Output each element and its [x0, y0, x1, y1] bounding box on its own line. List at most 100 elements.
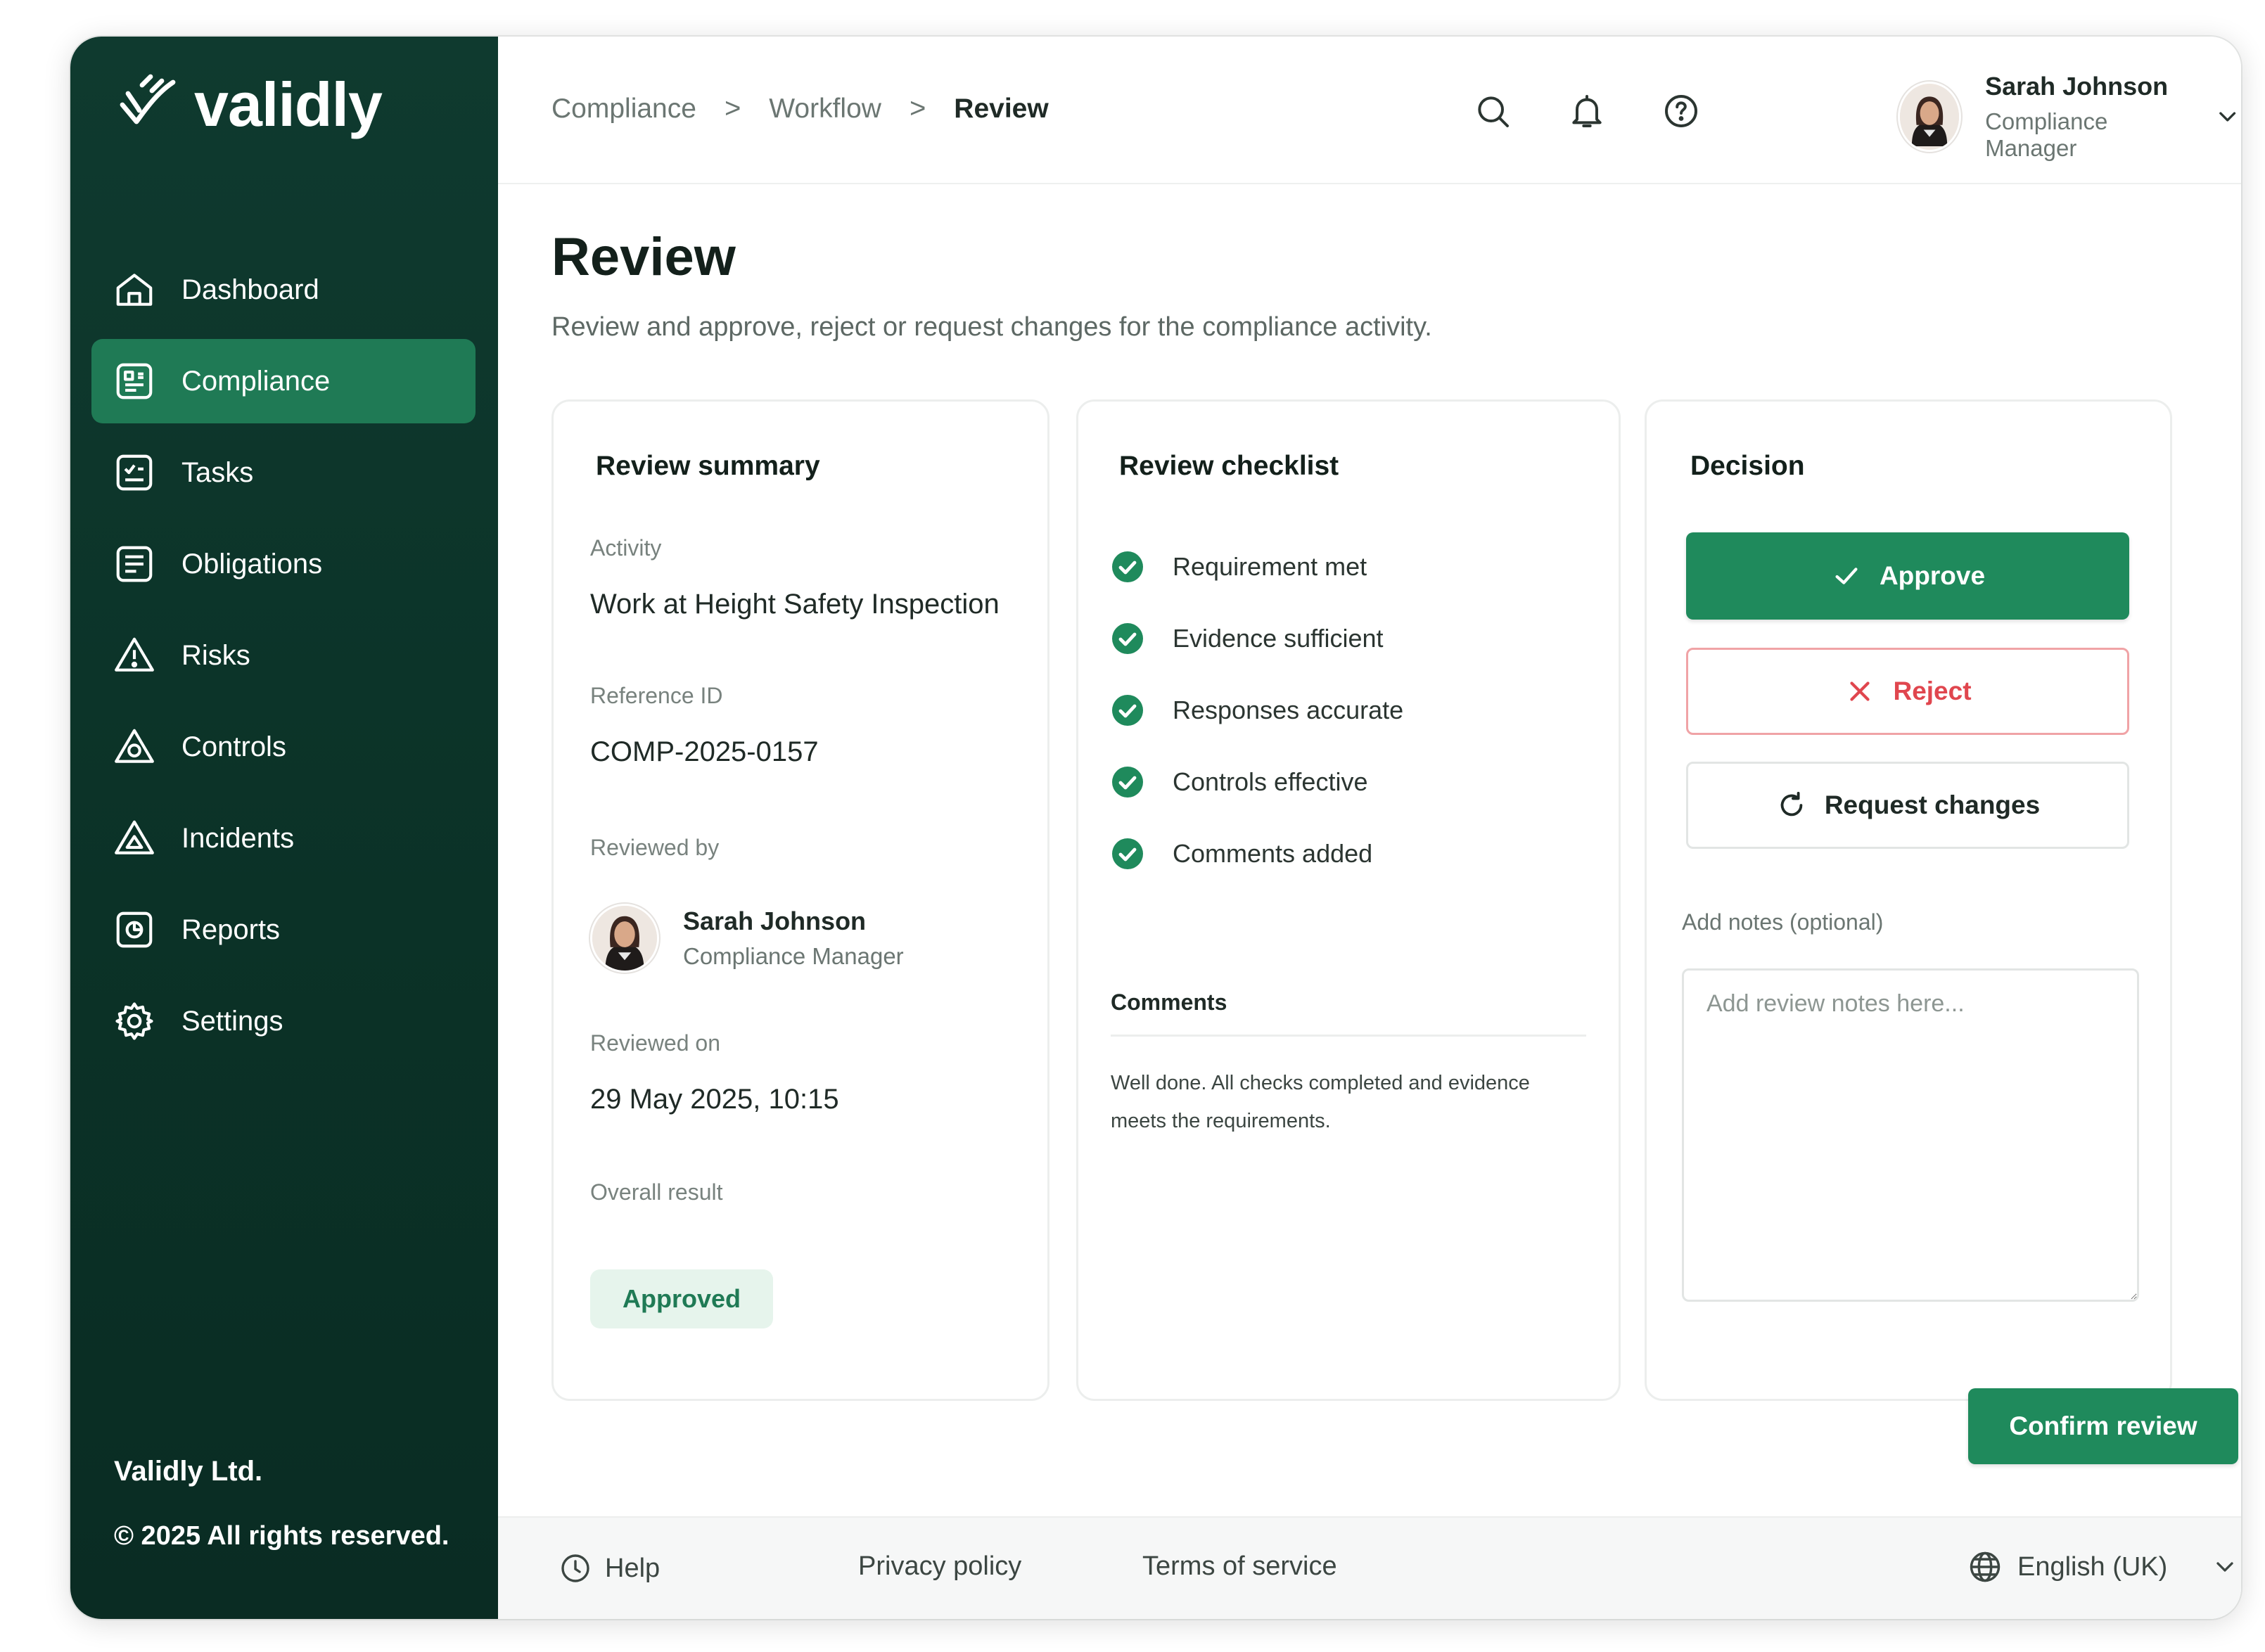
copyright: © 2025 All rights reserved.	[114, 1521, 449, 1551]
footer-terms-link[interactable]: Terms of service	[1142, 1551, 1337, 1582]
checklist-item: Controls effective	[1111, 746, 1403, 818]
chevron-down-icon[interactable]	[2214, 101, 2241, 132]
sidebar-item-label: Incidents	[181, 822, 295, 854]
reviewed-on-label: Reviewed on	[590, 1030, 720, 1056]
activity-value: Work at Height Safety Inspection	[590, 589, 1000, 620]
breadcrumb-workflow[interactable]: Workflow	[769, 94, 881, 124]
activity-label: Activity	[590, 535, 662, 561]
breadcrumb-separator: >	[724, 93, 741, 124]
confirm-review-label: Confirm review	[2009, 1411, 2197, 1440]
reviewer: Sarah Johnson Compliance Manager	[590, 904, 904, 973]
request-changes-button[interactable]: Request changes	[1686, 762, 2129, 849]
comments-text: Well done. All checks completed and evid…	[1111, 1072, 1530, 1132]
sidebar-item-tasks[interactable]: Tasks	[91, 430, 476, 515]
logo-text: validly	[194, 70, 383, 139]
notes-label: Add notes (optional)	[1682, 909, 1884, 935]
reviewer-role: Compliance Manager	[683, 943, 904, 969]
avatar	[1898, 82, 1962, 152]
sidebar-item-incidents[interactable]: Incidents	[91, 796, 476, 881]
tasks-icon	[116, 454, 153, 491]
sidebar-item-risks[interactable]: Risks	[91, 613, 476, 698]
app-window: validly Dashboard Compliance Tasks Oblig…	[70, 37, 2241, 1619]
check-circle-icon	[1112, 551, 1143, 582]
sidebar-item-label: Settings	[181, 1005, 283, 1037]
footer-help-label: Help	[605, 1553, 661, 1583]
footer-help-link[interactable]: Help	[559, 1551, 660, 1585]
home-icon	[116, 274, 153, 306]
checklist-item-label: Requirement met	[1173, 552, 1367, 581]
reference-value: COMP-2025-0157	[590, 736, 819, 767]
breadcrumb-compliance[interactable]: Compliance	[551, 94, 696, 124]
card-title: Review summary	[596, 451, 820, 481]
request-changes-label: Request changes	[1824, 790, 2041, 819]
review-notes-textarea[interactable]	[1682, 968, 2139, 1302]
sidebar-item-reports[interactable]: Reports	[91, 888, 476, 972]
status-badge: Approved	[590, 1269, 774, 1328]
user-menu[interactable]: Sarah Johnson Compliance Manager	[1898, 72, 2241, 162]
checklist-item-label: Comments added	[1173, 839, 1373, 868]
page-subtitle: Review and approve, reject or request ch…	[551, 312, 1432, 342]
logo-icon	[120, 74, 176, 124]
checklist-item: Requirement met	[1111, 531, 1403, 603]
checklist-item-label: Responses accurate	[1173, 696, 1404, 724]
avatar	[590, 904, 659, 973]
overall-result-label: Overall result	[590, 1179, 723, 1205]
sidebar-nav: Dashboard Compliance Tasks Obligations R…	[91, 248, 476, 1070]
reviewed-on-value: 29 May 2025, 10:15	[590, 1084, 839, 1115]
search-icon[interactable]	[1473, 91, 1512, 131]
footer: Help Privacy policy Terms of service Eng…	[498, 1516, 2241, 1619]
confirm-review-button[interactable]: Confirm review	[1968, 1388, 2238, 1464]
language-selector[interactable]: English (UK)	[1967, 1549, 2239, 1585]
sidebar-item-label: Tasks	[181, 456, 254, 488]
approve-button[interactable]: Approve	[1686, 532, 2129, 620]
help-icon[interactable]	[1661, 91, 1701, 131]
decision-card: Decision Approve Reject Request changes …	[1645, 399, 2172, 1401]
breadcrumb: Compliance > Workflow > Review	[551, 93, 1049, 124]
check-circle-icon	[1112, 767, 1143, 798]
sidebar-item-label: Dashboard	[181, 274, 319, 305]
reference-label: Reference ID	[590, 683, 723, 708]
check-circle-icon	[1112, 838, 1143, 869]
bell-icon[interactable]	[1567, 91, 1607, 131]
card-title: Review checklist	[1119, 451, 1339, 481]
checklist-item: Comments added	[1111, 818, 1403, 890]
sidebar-item-label: Reports	[181, 914, 281, 945]
footer-privacy-link[interactable]: Privacy policy	[858, 1551, 1021, 1582]
language-label: English (UK)	[2017, 1551, 2168, 1582]
check-circle-icon	[1112, 695, 1143, 726]
divider	[1111, 1035, 1586, 1037]
checklist-item-label: Controls effective	[1173, 767, 1368, 796]
sidebar-item-label: Obligations	[181, 548, 323, 580]
compliance-icon	[116, 363, 153, 399]
footer-privacy-label: Privacy policy	[858, 1551, 1022, 1581]
sidebar-item-settings[interactable]: Settings	[91, 979, 476, 1063]
sidebar-item-dashboard[interactable]: Dashboard	[91, 248, 476, 332]
checklist-item: Responses accurate	[1111, 674, 1403, 746]
obligations-icon	[116, 546, 153, 582]
sidebar-item-controls[interactable]: Controls	[91, 705, 476, 789]
company-name: Validly Ltd.	[114, 1456, 263, 1487]
sidebar-item-label: Compliance	[181, 365, 331, 397]
sidebar-item-label: Risks	[181, 639, 250, 671]
logo[interactable]: validly	[114, 69, 383, 141]
reports-icon	[116, 911, 153, 948]
checklist-item: Evidence sufficient	[1111, 603, 1403, 674]
card-title: Decision	[1690, 451, 1805, 481]
gear-icon	[115, 1002, 153, 1040]
approve-label: Approve	[1879, 561, 1986, 590]
page-title: Review	[551, 227, 736, 287]
sidebar-item-obligations[interactable]: Obligations	[91, 522, 476, 606]
check-icon	[1835, 568, 1858, 584]
refresh-icon	[1780, 791, 1803, 817]
user-info: Sarah Johnson Compliance Manager	[1985, 72, 2183, 162]
controls-triangle-icon	[115, 729, 154, 763]
breadcrumb-separator: >	[909, 93, 926, 124]
sidebar: validly Dashboard Compliance Tasks Oblig…	[70, 37, 498, 1619]
chevron-down-icon	[2216, 1562, 2233, 1572]
reject-button[interactable]: Reject	[1686, 648, 2129, 735]
breadcrumb-review: Review	[954, 93, 1049, 124]
comments-label: Comments	[1111, 990, 1227, 1015]
sidebar-item-compliance[interactable]: Compliance	[91, 339, 476, 423]
footer-terms-label: Terms of service	[1142, 1551, 1337, 1581]
help-icon	[561, 1554, 589, 1582]
